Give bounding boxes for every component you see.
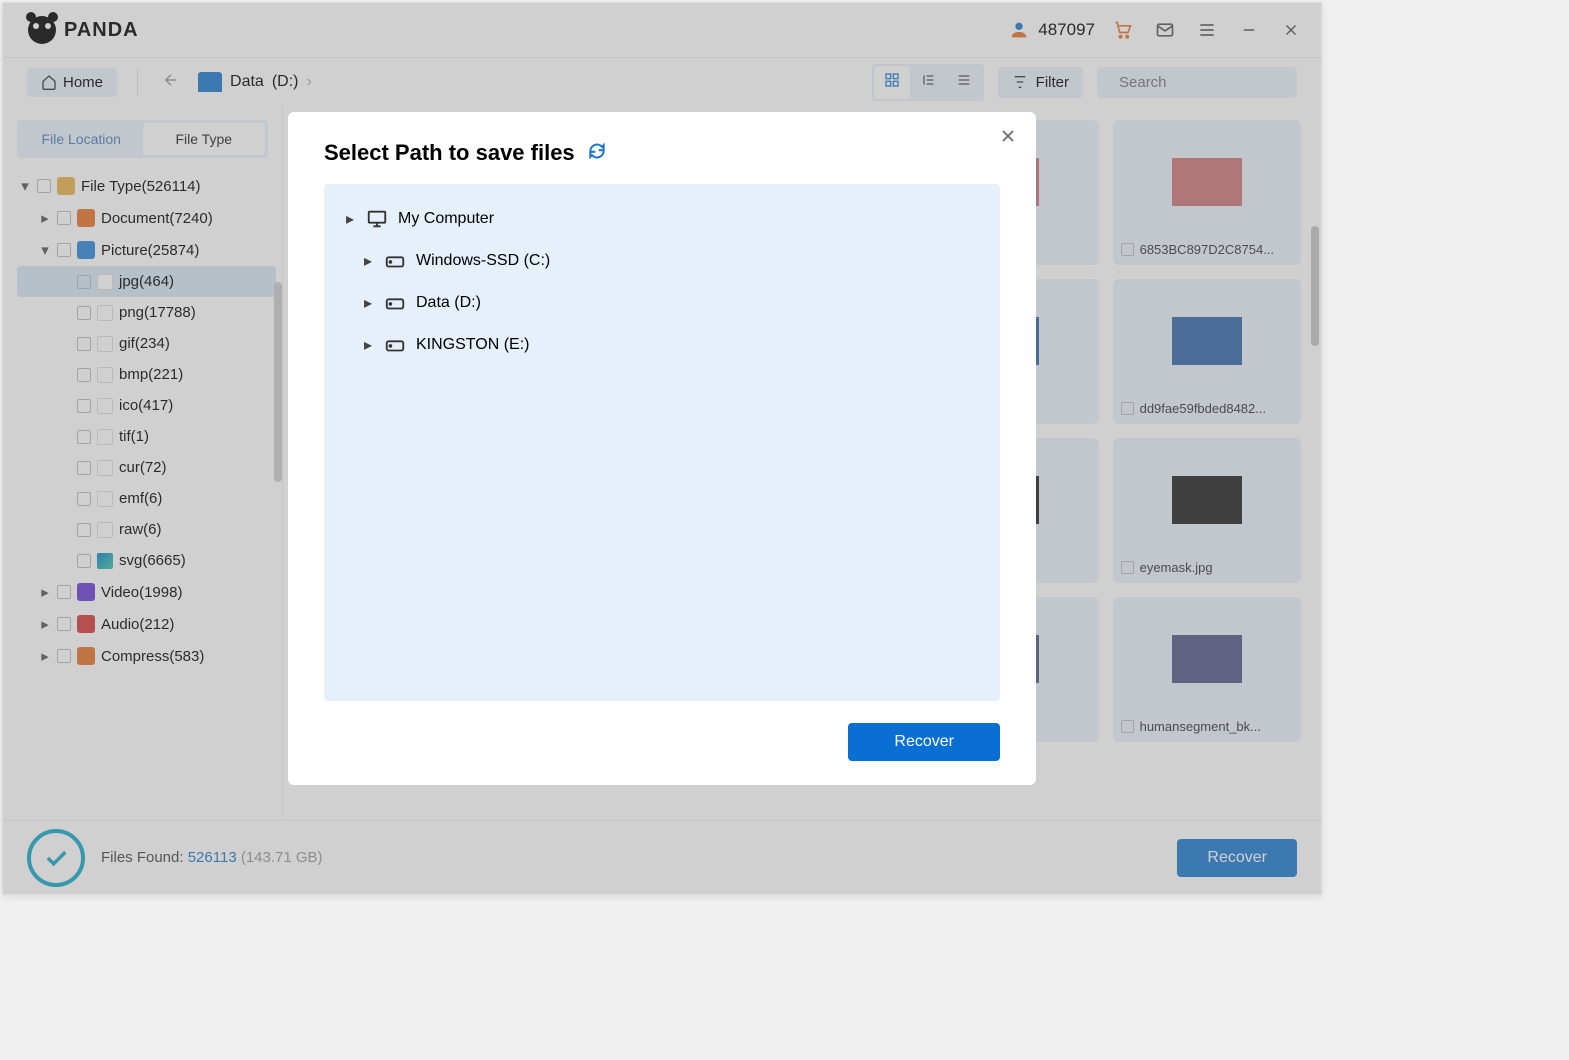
dialog-title: Select Path to save files bbox=[324, 140, 575, 166]
computer-icon bbox=[366, 208, 388, 230]
path-tree: ▸My Computer▸Windows-SSD (C:)▸Data (D:)▸… bbox=[324, 184, 1000, 701]
chevron-right-icon[interactable]: ▸ bbox=[346, 209, 356, 229]
chevron-right-icon[interactable]: ▸ bbox=[364, 293, 374, 313]
path-tree-item[interactable]: ▸ My Computer bbox=[342, 198, 982, 240]
refresh-icon[interactable] bbox=[587, 141, 607, 166]
chevron-right-icon[interactable]: ▸ bbox=[364, 335, 374, 355]
modal-overlay: Select Path to save files ▸ My Computer ▸ W… bbox=[3, 3, 1321, 894]
path-tree-label: My Computer bbox=[398, 210, 494, 228]
chevron-right-icon[interactable]: ▸ bbox=[364, 251, 374, 271]
drive-icon bbox=[384, 334, 406, 356]
path-tree-item[interactable]: ▸ Data (D:) bbox=[342, 282, 982, 324]
path-tree-label: Windows-SSD (C:) bbox=[416, 252, 550, 270]
dialog-close-icon[interactable] bbox=[998, 126, 1018, 152]
drive-icon bbox=[384, 292, 406, 314]
drive-icon bbox=[384, 250, 406, 272]
path-tree-label: Data (D:) bbox=[416, 294, 481, 312]
path-tree-label: KINGSTON (E:) bbox=[416, 336, 530, 354]
app-window: PANDA 487097 Home Data (D:) › bbox=[2, 2, 1322, 895]
select-path-dialog: Select Path to save files ▸ My Computer ▸ W… bbox=[288, 112, 1036, 785]
path-tree-item[interactable]: ▸ KINGSTON (E:) bbox=[342, 324, 982, 366]
dialog-recover-button[interactable]: Recover bbox=[848, 723, 1000, 761]
path-tree-item[interactable]: ▸ Windows-SSD (C:) bbox=[342, 240, 982, 282]
